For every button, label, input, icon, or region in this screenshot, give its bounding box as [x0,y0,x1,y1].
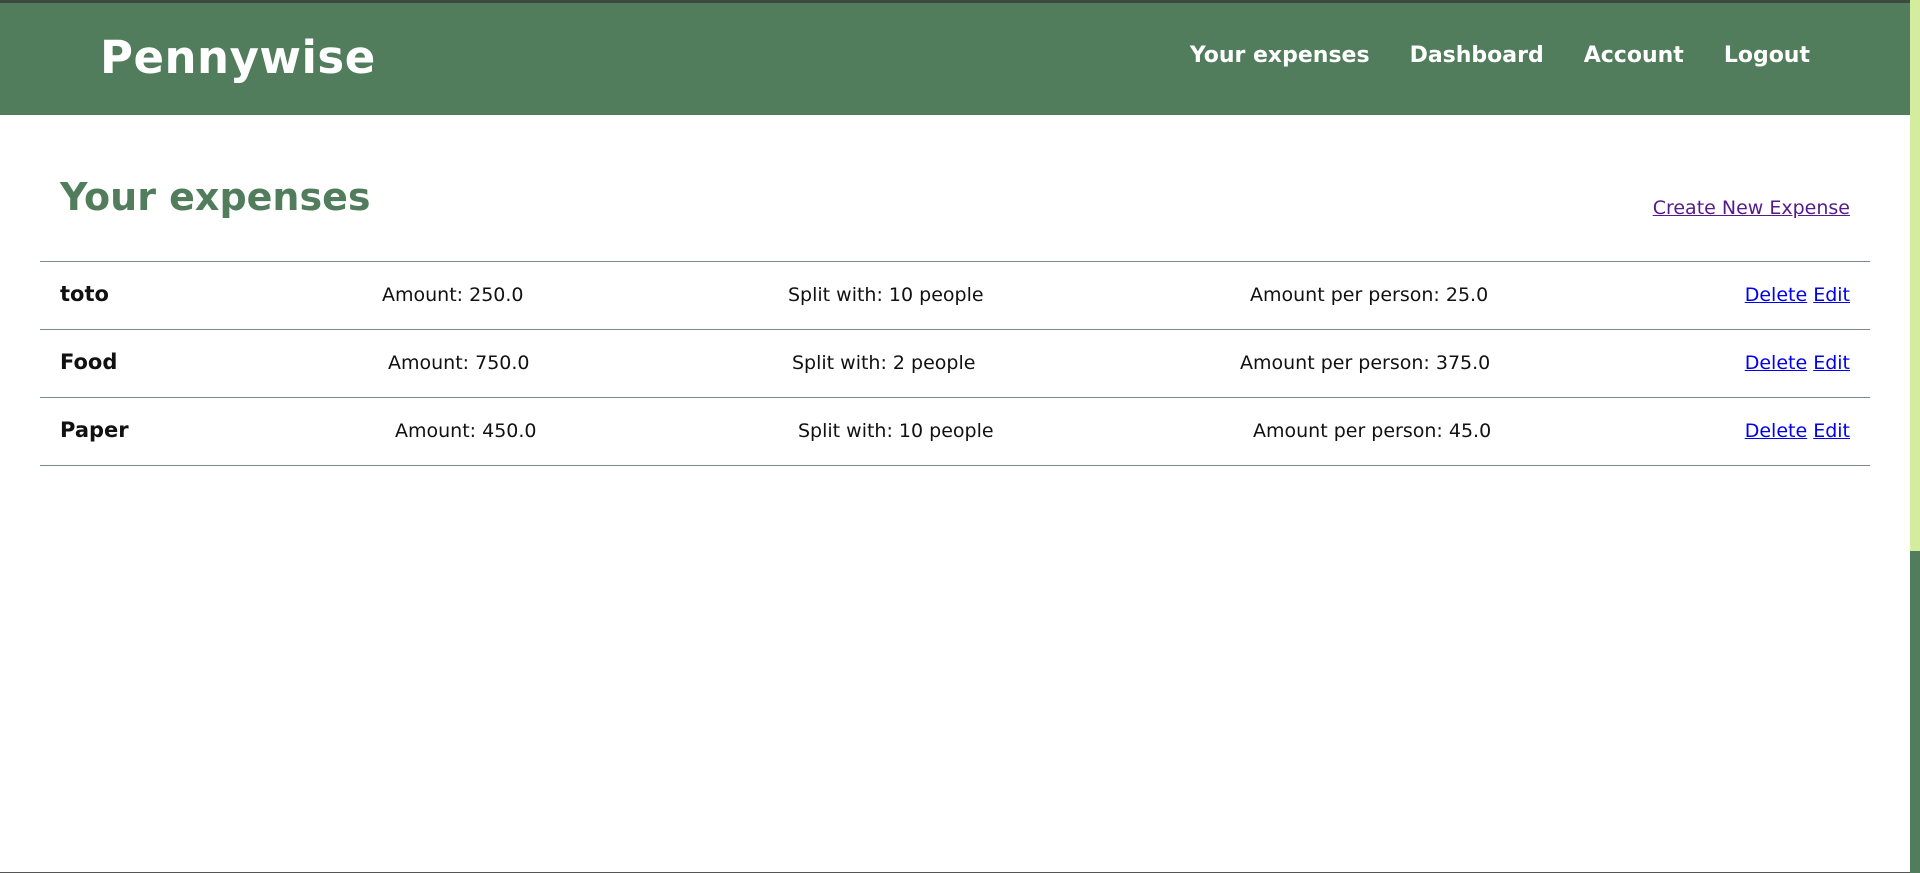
brand-logo[interactable]: Pennywise [100,31,376,84]
expense-split: Split with: 10 people [788,284,984,306]
expense-split: Split with: 10 people [798,420,994,442]
expense-per-person: Amount per person: 45.0 [1253,420,1492,442]
nav-link-dashboard[interactable]: Dashboard [1410,43,1544,68]
navbar: Pennywise Your expenses Dashboard Accoun… [0,3,1910,115]
expense-split: Split with: 2 people [792,352,976,374]
expense-row: Food Amount: 750.0 Split with: 2 people … [40,330,1870,398]
edit-link[interactable]: Edit [1813,284,1850,306]
expense-actions: Delete Edit [1745,420,1850,442]
expense-amount: Amount: 450.0 [395,420,537,442]
nav-links: Your expenses Dashboard Account Logout [1190,43,1810,68]
delete-link[interactable]: Delete [1745,420,1807,442]
expense-name: toto [60,282,109,306]
expense-amount: Amount: 750.0 [388,352,530,374]
expense-per-person: Amount per person: 25.0 [1250,284,1489,306]
expense-list: toto Amount: 250.0 Split with: 10 people… [40,261,1870,466]
nav-link-your-expenses[interactable]: Your expenses [1190,43,1370,68]
expense-actions: Delete Edit [1745,284,1850,306]
delete-link[interactable]: Delete [1745,284,1807,306]
expense-row: Paper Amount: 450.0 Split with: 10 peopl… [40,398,1870,466]
scrollbar-thumb[interactable] [1910,551,1920,873]
expense-actions: Delete Edit [1745,352,1850,374]
nav-link-account[interactable]: Account [1584,43,1684,68]
expense-name: Food [60,350,118,374]
expense-row: toto Amount: 250.0 Split with: 10 people… [40,262,1870,330]
page-title: Your expenses [60,175,371,219]
app-window: Pennywise Your expenses Dashboard Accoun… [0,0,1920,873]
expense-per-person: Amount per person: 375.0 [1240,352,1491,374]
nav-link-logout[interactable]: Logout [1724,43,1810,68]
delete-link[interactable]: Delete [1745,352,1807,374]
edit-link[interactable]: Edit [1813,352,1850,374]
expense-amount: Amount: 250.0 [382,284,524,306]
expense-name: Paper [60,418,129,442]
edit-link[interactable]: Edit [1813,420,1850,442]
create-new-expense-link[interactable]: Create New Expense [1653,197,1850,219]
